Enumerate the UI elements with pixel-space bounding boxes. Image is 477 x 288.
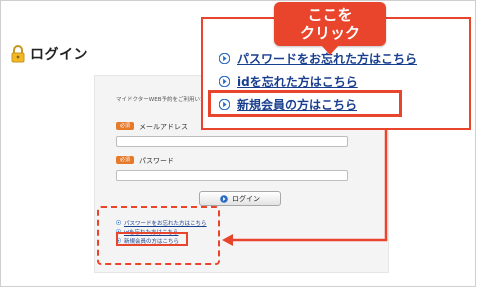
arrow-right-icon [220, 194, 228, 203]
login-button[interactable]: ログイン [199, 191, 281, 206]
new-member-highlight [116, 232, 188, 246]
required-badge: 必須 [116, 156, 134, 164]
click-here-badge: ここを クリック [274, 2, 386, 46]
arrow-bullet-icon [219, 76, 230, 87]
callout-forgot-password-link[interactable]: パスワードをお忘れた方はこちら [219, 47, 417, 70]
password-field[interactable] [116, 170, 348, 181]
callout-new-member-highlight [208, 90, 402, 117]
intro-text: マイドクターWEB予約をご利用いただ [116, 97, 211, 103]
page-header: ログイン [10, 44, 88, 64]
email-field[interactable] [116, 136, 348, 147]
click-badge-line1: ここを [307, 6, 353, 24]
click-badge-line2: クリック [299, 24, 360, 42]
lock-icon [11, 45, 25, 63]
login-button-label: ログイン [232, 194, 260, 203]
password-label: パスワード [139, 157, 174, 165]
email-label: メールアドレス [139, 123, 188, 131]
badge-pointer [321, 45, 339, 55]
required-badge: 必須 [116, 122, 134, 130]
callout-forgot-id-label: idを忘れた方はこちら [237, 75, 358, 89]
arrow-bullet-icon [219, 53, 230, 64]
page-title: ログイン [30, 47, 88, 63]
